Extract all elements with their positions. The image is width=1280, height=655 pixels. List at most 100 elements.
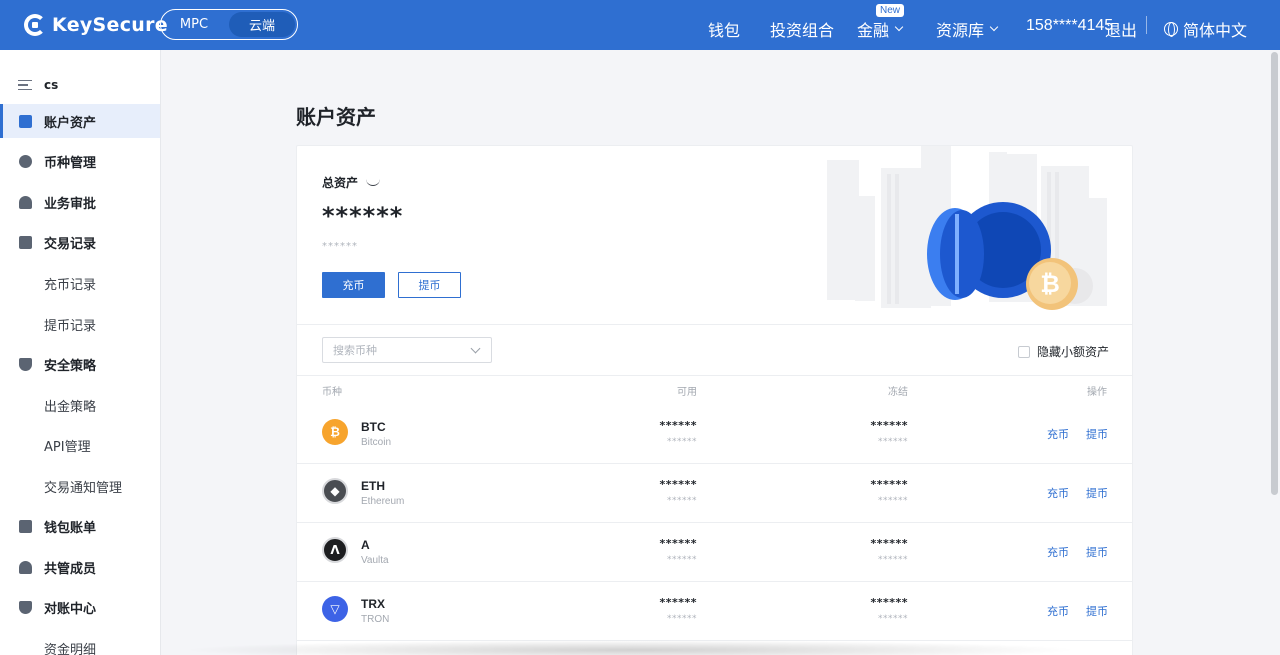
sidebar-item-label: 账户资产 — [44, 115, 97, 131]
coin-name: TRON — [361, 614, 390, 625]
coin-symbol: TRX — [361, 597, 385, 611]
nav-divider — [1146, 16, 1147, 34]
frozen-subvalue: ****** — [878, 437, 908, 447]
sidebar-item-label: 业务审批 — [44, 196, 97, 212]
sidebar-item-label: API管理 — [44, 439, 91, 455]
row-deposit-link[interactable]: 充币 — [1047, 485, 1069, 501]
divider — [297, 324, 1132, 325]
column-header-frozen: 冻结 — [888, 387, 908, 398]
chevron-down-icon — [894, 22, 904, 32]
nav-resources[interactable]: 资源库 — [936, 17, 999, 41]
frozen-value: ****** — [870, 537, 908, 550]
globe-icon — [1164, 22, 1178, 37]
top-navbar: KeySecure MPC 云端 钱包 投资组合 金融 New 资源库 158*… — [0, 0, 1280, 50]
coin-symbol: A — [361, 538, 370, 552]
menu-icon[interactable] — [18, 80, 32, 90]
table-row: ▽ TRX TRON ****** ****** ****** ****** 充… — [297, 581, 1132, 640]
frozen-value: ****** — [870, 596, 908, 609]
coin-symbol: BTC — [361, 420, 386, 434]
sidebar-item-transactions[interactable]: 交易记录 — [0, 225, 160, 259]
shield-icon — [19, 600, 32, 614]
chevron-down-icon — [989, 22, 999, 32]
bottom-shadow — [180, 640, 1080, 655]
logo[interactable]: KeySecure — [24, 12, 168, 38]
sidebar-item-deposit-records[interactable]: 充币记录 — [0, 266, 160, 300]
row-deposit-link[interactable]: 充币 — [1047, 603, 1069, 619]
sidebar-item-notification-management[interactable]: 交易通知管理 — [0, 469, 160, 503]
language-label: 简体中文 — [1183, 21, 1248, 40]
org-switcher[interactable]: cs — [18, 78, 58, 92]
sidebar-item-label: 提币记录 — [44, 318, 97, 334]
sidebar-item-label: 钱包账单 — [44, 520, 97, 536]
nav-finance[interactable]: 金融 — [857, 17, 904, 41]
user-phone[interactable]: 158****4145 — [1026, 17, 1113, 35]
coin-name: Bitcoin — [361, 437, 392, 448]
logout-link[interactable]: 退出 — [1105, 17, 1137, 41]
available-value: ****** — [659, 596, 697, 609]
frozen-value: ****** — [870, 419, 908, 432]
sidebar-item-label: 安全策略 — [44, 358, 97, 374]
coin-search-select[interactable]: 搜索币种 — [322, 337, 492, 363]
sidebar-item-security-policy[interactable]: 安全策略 — [0, 347, 160, 381]
hide-small-assets-checkbox[interactable] — [1018, 345, 1030, 358]
column-header-available: 可用 — [677, 387, 697, 398]
nav-finance-label: 金融 — [857, 21, 890, 40]
row-withdraw-link[interactable]: 提币 — [1086, 426, 1108, 442]
sidebar-item-account-assets[interactable]: 账户资产 — [0, 104, 160, 138]
tab-cloud[interactable]: 云端 — [229, 12, 295, 37]
sidebar-item-label: 币种管理 — [44, 155, 97, 171]
hide-small-assets-label: 隐藏小额资产 — [1037, 345, 1110, 359]
available-value: ****** — [659, 478, 697, 491]
frozen-subvalue: ****** — [878, 614, 908, 624]
row-withdraw-link[interactable]: 提币 — [1086, 485, 1108, 501]
row-deposit-link[interactable]: 充币 — [1047, 544, 1069, 560]
search-placeholder: 搜索币种 — [333, 344, 377, 357]
available-subvalue: ****** — [667, 614, 697, 624]
sidebar-item-reconciliation[interactable]: 对账中心 — [0, 590, 160, 624]
page-scrollbar[interactable] — [1271, 52, 1278, 495]
table-row: Λ A Vaulta ****** ****** ****** ****** 充… — [297, 522, 1132, 581]
sidebar-item-approval[interactable]: 业务审批 — [0, 185, 160, 219]
available-subvalue: ****** — [667, 437, 697, 447]
sidebar-item-label: 资金明细 — [44, 642, 97, 655]
nav-wallet[interactable]: 钱包 — [708, 17, 740, 41]
deposit-button[interactable]: 充币 — [322, 272, 385, 298]
hide-small-assets-toggle[interactable]: 隐藏小额资产 — [1018, 343, 1109, 360]
sidebar-item-label: 共管成员 — [44, 561, 97, 577]
sidebar-item-api-management[interactable]: API管理 — [0, 428, 160, 462]
tab-mpc[interactable]: MPC — [161, 10, 227, 39]
column-header-actions: 操作 — [1087, 387, 1107, 398]
nav-portfolio[interactable]: 投资组合 — [770, 17, 834, 41]
sidebar-item-members[interactable]: 共管成员 — [0, 550, 160, 584]
row-withdraw-link[interactable]: 提币 — [1086, 603, 1108, 619]
eye-closed-icon[interactable] — [366, 179, 381, 186]
language-switch[interactable]: 简体中文 — [1164, 17, 1247, 41]
available-value: ****** — [659, 419, 697, 432]
keysecure-logo-icon — [24, 14, 46, 36]
new-badge: New — [876, 4, 905, 17]
wallet-icon — [19, 114, 32, 128]
sidebar-item-label: 出金策略 — [44, 399, 97, 415]
available-subvalue: ****** — [667, 555, 697, 565]
tron-icon: ▽ — [322, 596, 348, 622]
coin-symbol: ETH — [361, 479, 385, 493]
total-assets-subvalue: ****** — [322, 241, 358, 252]
sidebar-item-fund-details[interactable]: 资金明细 — [0, 631, 160, 655]
frozen-subvalue: ****** — [878, 555, 908, 565]
nav-resources-label: 资源库 — [936, 21, 985, 40]
withdraw-button[interactable]: 提币 — [398, 272, 461, 298]
bill-icon — [19, 519, 32, 533]
sidebar-item-wallet-bills[interactable]: 钱包账单 — [0, 509, 160, 543]
vaulta-icon: Λ — [322, 537, 348, 563]
coin-name: Vaulta — [361, 555, 389, 566]
row-withdraw-link[interactable]: 提币 — [1086, 544, 1108, 560]
svg-text:₿: ₿ — [1040, 271, 1060, 298]
sidebar-item-withdraw-records[interactable]: 提币记录 — [0, 307, 160, 341]
sidebar-item-withdrawal-policy[interactable]: 出金策略 — [0, 388, 160, 422]
sidebar-item-label: 交易记录 — [44, 236, 97, 252]
frozen-value: ****** — [870, 478, 908, 491]
logo-text: KeySecure — [52, 14, 168, 36]
row-deposit-link[interactable]: 充币 — [1047, 426, 1069, 442]
sidebar-item-coin-management[interactable]: 币种管理 — [0, 144, 160, 178]
org-name: cs — [44, 78, 59, 92]
